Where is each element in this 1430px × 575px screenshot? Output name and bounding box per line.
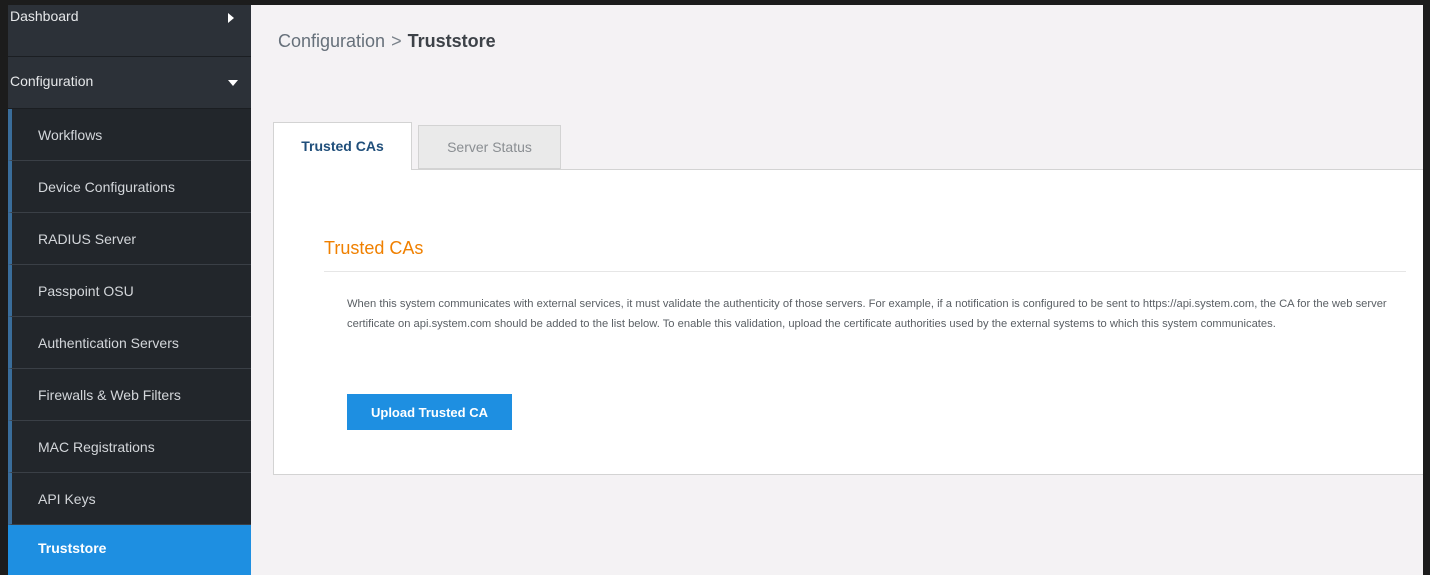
breadcrumb-parent[interactable]: Configuration (278, 31, 385, 51)
nav-configuration[interactable]: Configuration (8, 57, 251, 109)
trusted-cas-panel: Trusted CAs When this system communicate… (273, 169, 1423, 475)
section-description: When this system communicates with exter… (347, 298, 1387, 330)
caret-right-icon (228, 13, 234, 23)
main-content: Configuration > Truststore Trusted CAs Ser… (251, 5, 1423, 575)
sidebar-item-firewalls-web-filters[interactable]: Firewalls & Web Filters (8, 369, 251, 421)
sidebar-item-device-configurations[interactable]: Device Configurations (8, 161, 251, 213)
tab-server-status[interactable]: Server Status (418, 125, 561, 169)
sidebar-item-radius-server[interactable]: RADIUS Server (8, 213, 251, 265)
sidebar: Dashboard Configuration Workflows Device… (8, 5, 251, 575)
tab-trusted-cas[interactable]: Trusted CAs (273, 122, 412, 170)
caret-down-icon (228, 80, 238, 86)
sidebar-item-mac-registrations[interactable]: MAC Registrations (8, 421, 251, 473)
sidebar-item-workflows[interactable]: Workflows (8, 109, 251, 161)
nav-dashboard-label: Dashboard (10, 8, 79, 24)
breadcrumb: Configuration > Truststore (278, 31, 496, 52)
breadcrumb-current: Truststore (407, 31, 496, 51)
section-divider (324, 271, 1406, 272)
section-title: Trusted CAs (324, 238, 424, 258)
nav-dashboard[interactable]: Dashboard (8, 5, 251, 57)
sidebar-item-truststore[interactable]: Truststore (8, 525, 251, 575)
sidebar-item-authentication-servers[interactable]: Authentication Servers (8, 317, 251, 369)
sidebar-item-api-keys[interactable]: API Keys (8, 473, 251, 525)
sidebar-item-passpoint-osu[interactable]: Passpoint OSU (8, 265, 251, 317)
breadcrumb-separator: > (391, 31, 402, 51)
app-window: Dashboard Configuration Workflows Device… (0, 0, 1430, 575)
upload-trusted-ca-button[interactable]: Upload Trusted CA (347, 394, 512, 430)
nav-configuration-label: Configuration (10, 73, 94, 89)
